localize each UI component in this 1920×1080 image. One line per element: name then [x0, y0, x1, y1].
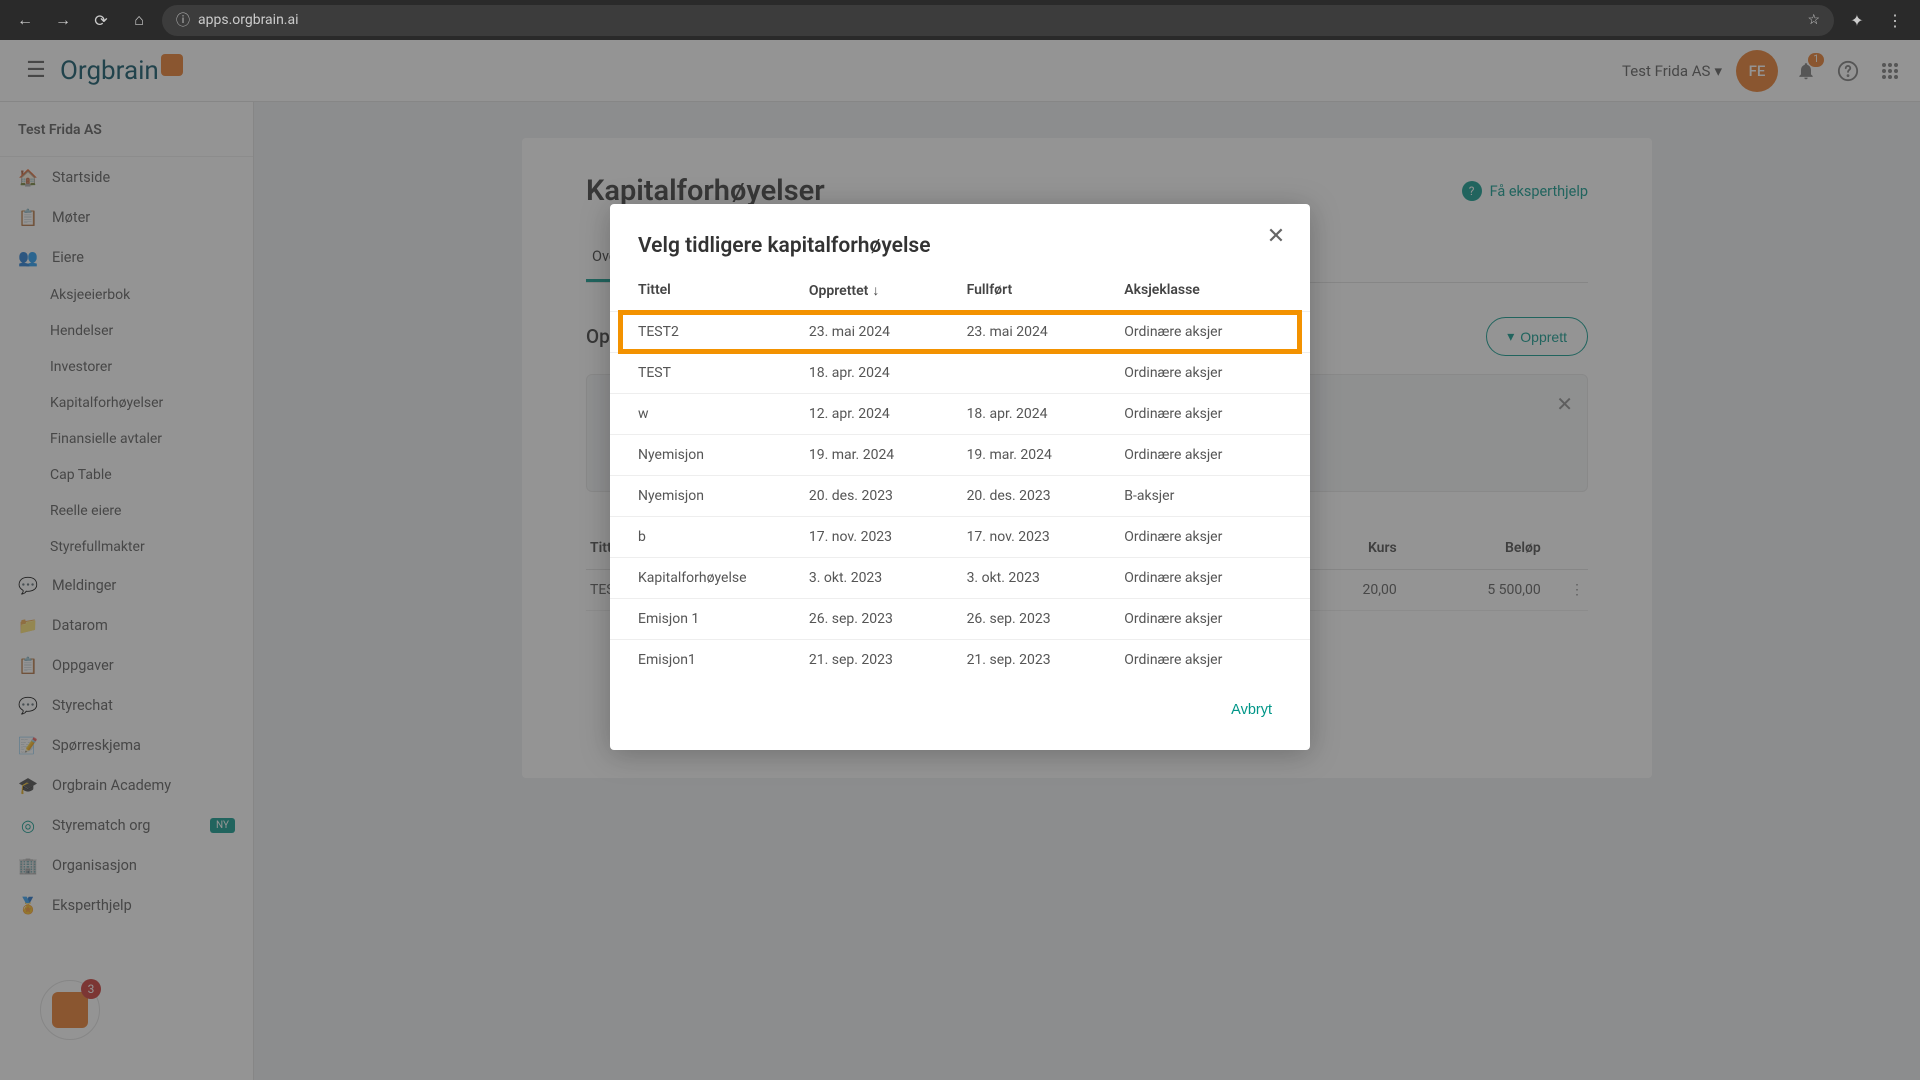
mcell-created: 18. apr. 2024: [809, 365, 967, 381]
mcell-created: 17. nov. 2023: [809, 529, 967, 545]
mcell-completed: 20. des. 2023: [967, 488, 1125, 504]
mcell-class: Ordinære aksjer: [1124, 611, 1282, 627]
mcell-created: 23. mai 2024: [809, 324, 967, 340]
modal-row[interactable]: Emisjon1 21. sep. 2023 21. sep. 2023 Ord…: [610, 639, 1310, 680]
mcell-completed: [967, 365, 1125, 381]
mcell-class: Ordinære aksjer: [1124, 406, 1282, 422]
modal-row[interactable]: w 12. apr. 2024 18. apr. 2024 Ordinære a…: [610, 393, 1310, 434]
modal-table: Tittel Opprettet ↓ Fullført Aksjeklasse …: [610, 270, 1310, 680]
modal-row[interactable]: Nyemisjon 19. mar. 2024 19. mar. 2024 Or…: [610, 434, 1310, 475]
modal-row[interactable]: Kapitalforhøyelse 3. okt. 2023 3. okt. 2…: [610, 557, 1310, 598]
mcell-title: Emisjon 1: [638, 611, 809, 627]
sort-desc-icon: ↓: [872, 282, 879, 299]
home-icon[interactable]: ⌂: [124, 5, 154, 35]
modal-row[interactable]: TEST 18. apr. 2024 Ordinære aksjer: [610, 352, 1310, 393]
mcell-created: 21. sep. 2023: [809, 652, 967, 668]
modal-row[interactable]: TEST2 23. mai 2024 23. mai 2024 Ordinære…: [610, 311, 1310, 352]
mcell-title: Nyemisjon: [638, 488, 809, 504]
mcell-class: Ordinære aksjer: [1124, 447, 1282, 463]
modal-row[interactable]: Nyemisjon 20. des. 2023 20. des. 2023 B-…: [610, 475, 1310, 516]
select-capital-increase-modal: ✕ Velg tidligere kapitalforhøyelse Titte…: [610, 204, 1310, 750]
mcell-created: 19. mar. 2024: [809, 447, 967, 463]
mcell-created: 3. okt. 2023: [809, 570, 967, 586]
modal-row[interactable]: Emisjon 1 26. sep. 2023 26. sep. 2023 Or…: [610, 598, 1310, 639]
mcell-class: Ordinære aksjer: [1124, 365, 1282, 381]
modal-close-icon[interactable]: ✕: [1258, 218, 1294, 254]
site-info-icon: ⓘ: [176, 10, 190, 30]
modal-title: Velg tidligere kapitalforhøyelse: [610, 228, 1310, 270]
mcell-completed: 21. sep. 2023: [967, 652, 1125, 668]
mth-created[interactable]: Opprettet ↓: [809, 282, 967, 299]
mcell-title: Nyemisjon: [638, 447, 809, 463]
mcell-title: TEST2: [638, 324, 809, 340]
mcell-title: w: [638, 406, 809, 422]
mth-title[interactable]: Tittel: [638, 282, 809, 299]
mcell-completed: 17. nov. 2023: [967, 529, 1125, 545]
mcell-title: Emisjon1: [638, 652, 809, 668]
url-bar[interactable]: ⓘ apps.orgbrain.ai ☆: [162, 5, 1834, 36]
modal-cancel-button[interactable]: Avbryt: [1221, 694, 1282, 726]
forward-icon[interactable]: →: [48, 5, 78, 35]
back-icon[interactable]: ←: [10, 5, 40, 35]
mcell-class: Ordinære aksjer: [1124, 324, 1282, 340]
mth-created-label: Opprettet: [809, 283, 869, 299]
bookmark-star-icon[interactable]: ☆: [1807, 12, 1820, 28]
mcell-completed: 18. apr. 2024: [967, 406, 1125, 422]
mcell-class: Ordinære aksjer: [1124, 652, 1282, 668]
mth-class[interactable]: Aksjeklasse: [1124, 282, 1282, 299]
mcell-completed: 23. mai 2024: [967, 324, 1125, 340]
mcell-title: TEST: [638, 365, 809, 381]
modal-overlay[interactable]: ✕ Velg tidligere kapitalforhøyelse Titte…: [0, 40, 1920, 1080]
browser-toolbar: ← → ⟳ ⌂ ⓘ apps.orgbrain.ai ☆ ✦ ⋮: [0, 0, 1920, 40]
mcell-class: B-aksjer: [1124, 488, 1282, 504]
mth-completed[interactable]: Fullført: [967, 282, 1125, 299]
modal-row[interactable]: b 17. nov. 2023 17. nov. 2023 Ordinære a…: [610, 516, 1310, 557]
mcell-completed: 3. okt. 2023: [967, 570, 1125, 586]
mcell-created: 12. apr. 2024: [809, 406, 967, 422]
mcell-class: Ordinære aksjer: [1124, 529, 1282, 545]
mcell-created: 26. sep. 2023: [809, 611, 967, 627]
mcell-title: Kapitalforhøyelse: [638, 570, 809, 586]
mcell-created: 20. des. 2023: [809, 488, 967, 504]
modal-table-header: Tittel Opprettet ↓ Fullført Aksjeklasse: [610, 270, 1310, 311]
mcell-class: Ordinære aksjer: [1124, 570, 1282, 586]
mcell-completed: 19. mar. 2024: [967, 447, 1125, 463]
mcell-completed: 26. sep. 2023: [967, 611, 1125, 627]
mcell-title: b: [638, 529, 809, 545]
url-text: apps.orgbrain.ai: [198, 12, 299, 28]
extensions-icon[interactable]: ✦: [1842, 5, 1872, 35]
browser-menu-icon[interactable]: ⋮: [1880, 5, 1910, 35]
reload-icon[interactable]: ⟳: [86, 5, 116, 35]
